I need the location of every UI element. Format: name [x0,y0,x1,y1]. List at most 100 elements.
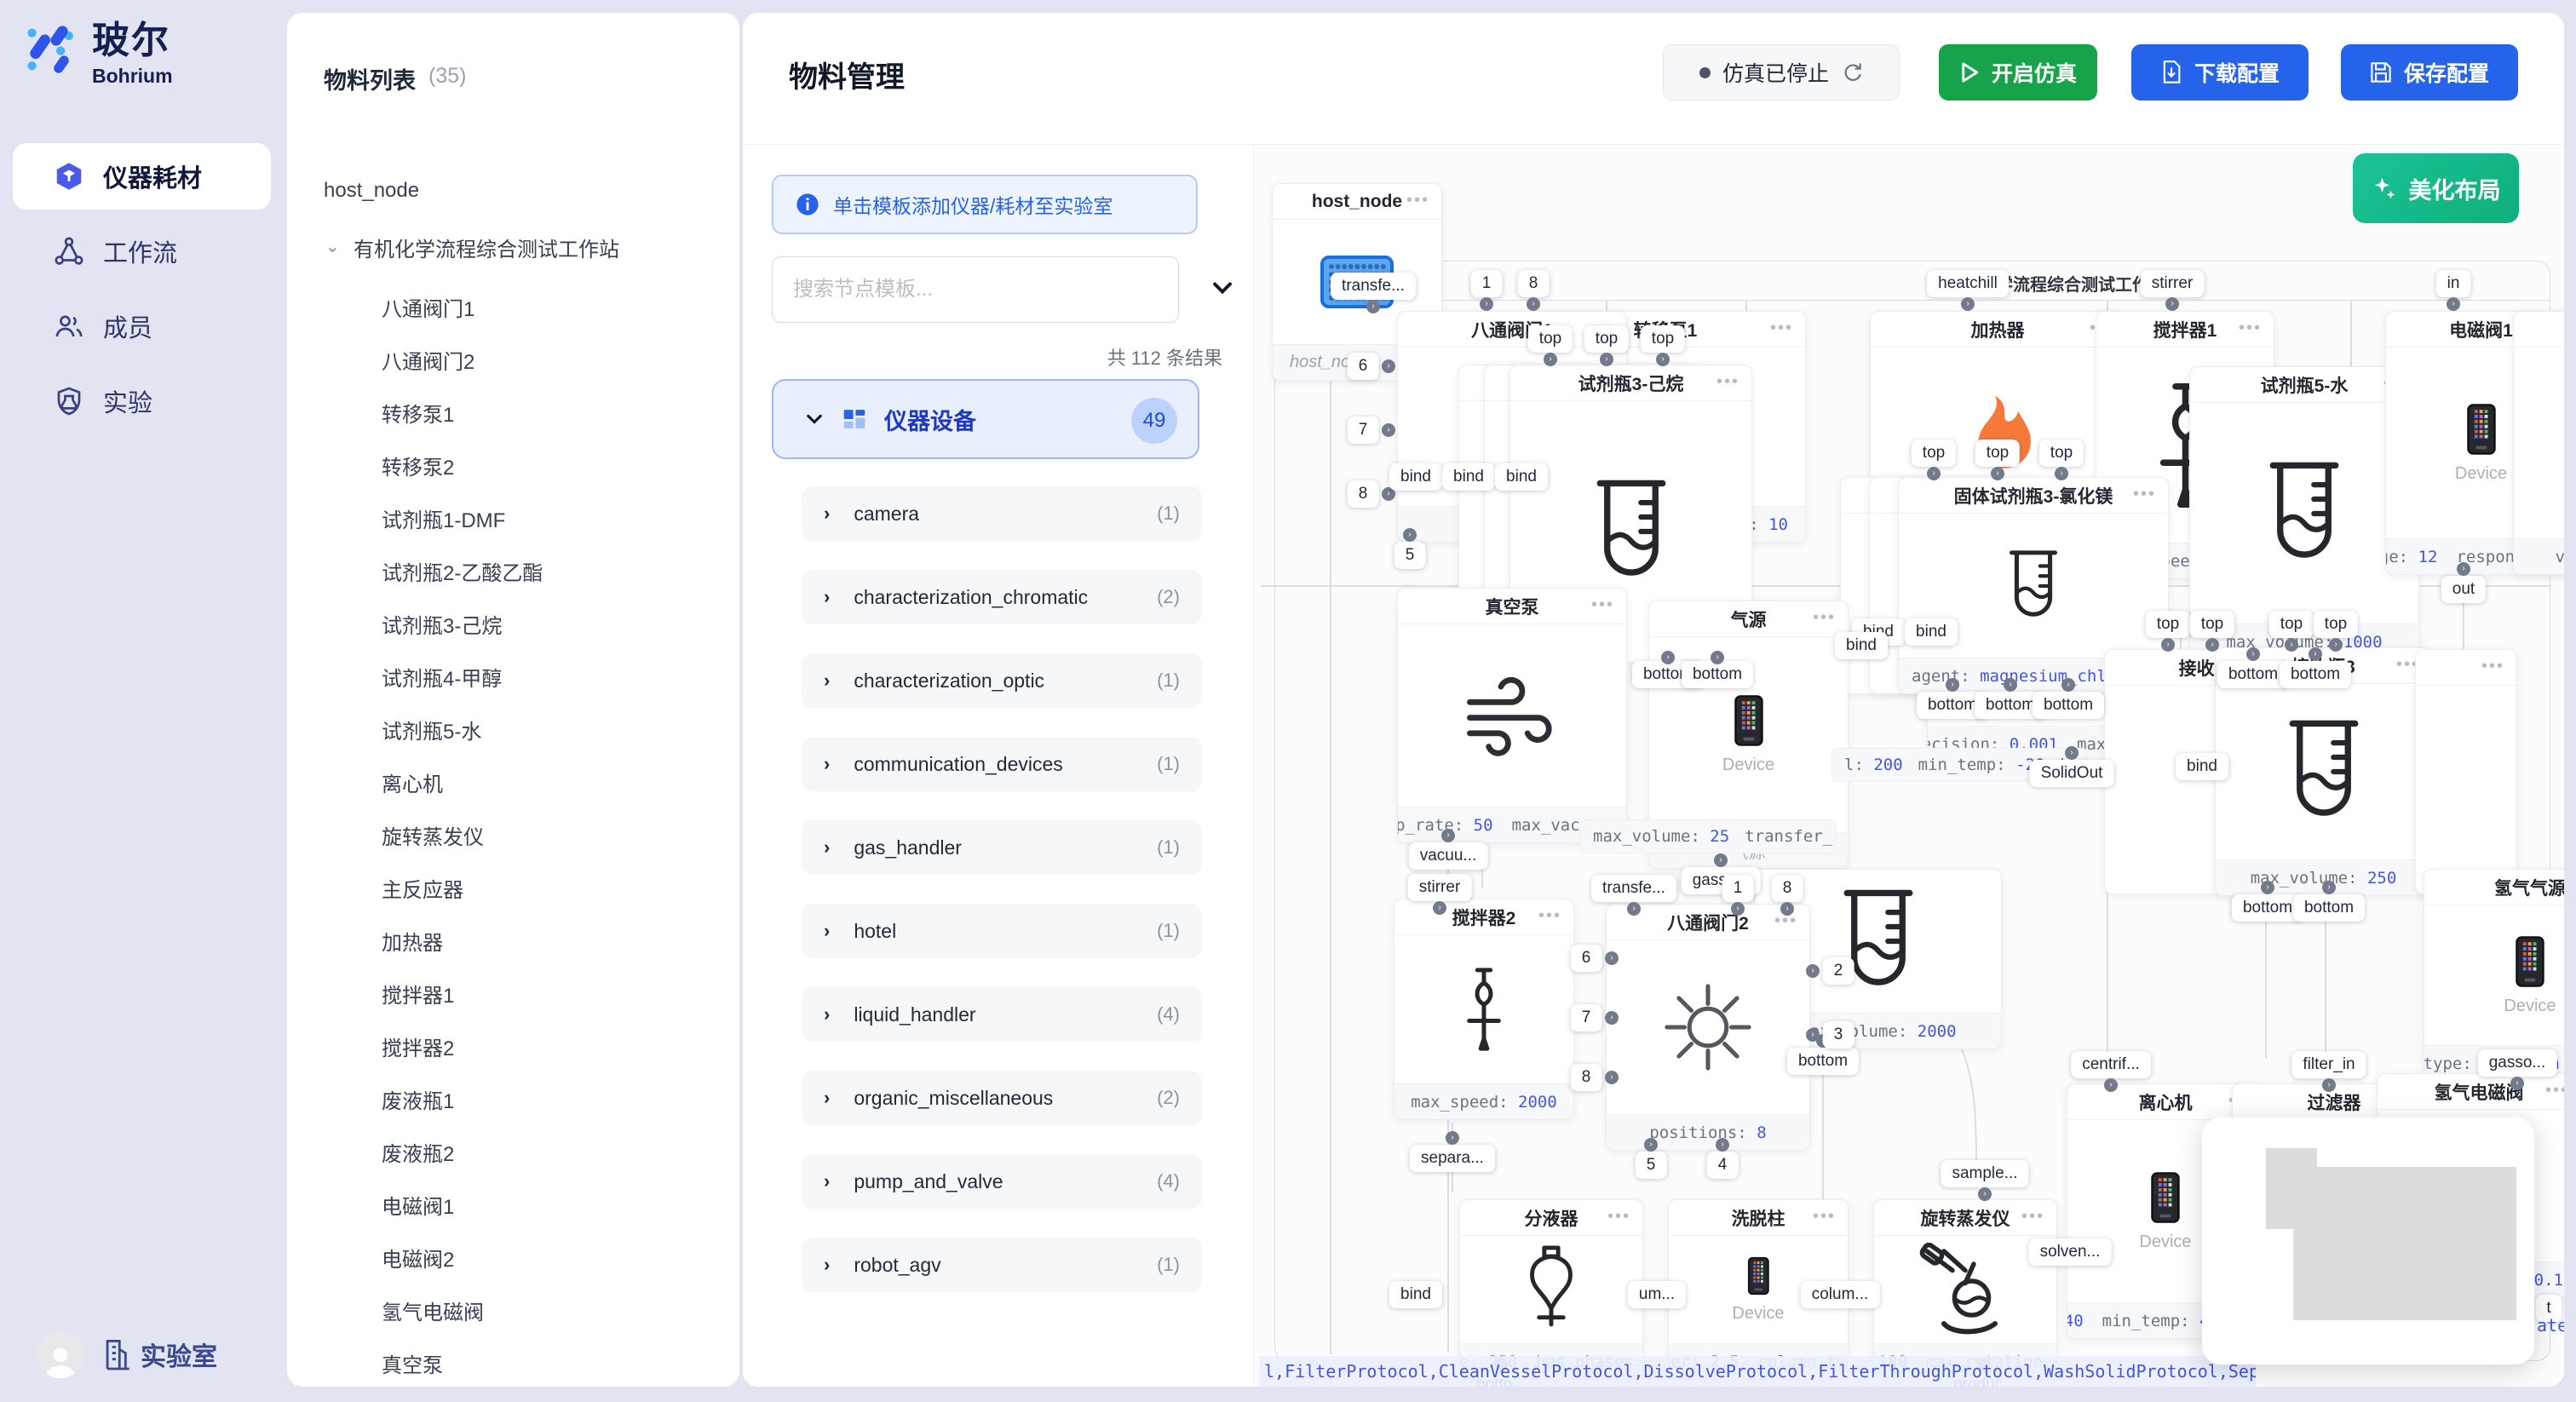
port-dot-icon[interactable]: › [1382,423,1395,437]
port-label-bind[interactable]: bind [2176,753,2228,780]
node-八通阀门2[interactable]: 八通阀门2 ••• positions: 8 [1606,904,1810,1151]
port-dot-icon[interactable]: › [2065,746,2079,760]
category-instruments[interactable]: 仪器设备 49 [772,379,1199,459]
port-label-top[interactable]: top [1641,325,1685,353]
port-label-bind[interactable]: bind [1835,632,1888,659]
port-label-centrif...[interactable]: centrif... [2071,1051,2151,1078]
port-label-1[interactable]: 1 [1722,875,1754,902]
port-dot-icon[interactable]: › [1978,1187,1992,1201]
port-dot-icon[interactable]: › [2309,647,2322,661]
port-label-1[interactable]: 1 [1471,270,1503,297]
port-dot-icon[interactable]: › [1946,678,1959,692]
node-menu-icon[interactable]: ••• [1591,595,1614,615]
port-dot-icon[interactable]: › [1927,467,1941,480]
port-label-colum...[interactable]: colum... [1801,1281,1880,1308]
template-category-gas_handler[interactable]: › gas_handler (1) [802,820,1202,875]
port-label-8[interactable]: 8 [1772,875,1803,902]
port-dot-icon[interactable]: › [2104,1078,2118,1092]
port-dot-icon[interactable]: › [2004,678,2017,692]
tree-item[interactable]: 转移泵1 [382,398,454,428]
node-menu-icon[interactable]: ••• [1716,372,1739,392]
port-label-in[interactable]: in [2436,270,2471,297]
port-label-bottom[interactable]: bottom [1682,661,1753,688]
port-label-top[interactable]: top [1975,440,2020,467]
node-menu-icon[interactable]: ••• [1607,1207,1630,1227]
tree-item[interactable]: 试剂瓶2-乙酸乙酯 [382,556,543,586]
port-dot-icon[interactable]: › [1527,297,1540,311]
port-label-SolidOut[interactable]: SolidOut [2030,760,2114,787]
tree-item[interactable]: 离心机 [382,767,443,797]
port-label-stirrer[interactable]: stirrer [1408,874,1472,901]
port-dot-icon[interactable]: › [1644,1138,1658,1152]
port-dot-icon[interactable]: › [1780,902,1794,916]
port-label-2[interactable]: 2 [1823,957,1854,985]
port-dot-icon[interactable]: › [1446,1131,1459,1145]
tree-expand-icon[interactable]: ⌄ [325,236,340,257]
port-label-heatchill[interactable]: heatchill [1927,270,2009,297]
port-dot-icon[interactable]: › [1961,297,1975,311]
port-dot-icon[interactable]: › [1366,300,1380,313]
start-simulation-button[interactable]: 开启仿真 [1939,44,2097,101]
node-分液器[interactable]: 分液器 ••• volume: 250has_phases: true [1459,1199,1643,1380]
port-dot-icon[interactable]: › [1544,353,1557,366]
port-label-transfe...[interactable]: transfe... [1591,875,1676,902]
port-dot-icon[interactable]: › [2205,638,2219,652]
tree-item-host-node[interactable]: host_node [324,179,419,203]
flow-canvas[interactable]: 有机化学流程综合测试工作站 host_node •••host_no...转移泵… [1255,146,2564,1387]
port-dot-icon[interactable]: › [1716,1138,1729,1152]
node-menu-icon[interactable]: ••• [1406,191,1429,210]
node-menu-icon[interactable]: ••• [2545,1081,2564,1100]
port-label-bind[interactable]: bind [1905,618,1958,646]
port-dot-icon[interactable]: › [1661,651,1675,664]
search-input[interactable] [772,256,1179,323]
port-dot-icon[interactable]: › [1627,902,1641,916]
port-dot-icon[interactable]: › [2322,881,2336,894]
sidebar-item-实验[interactable]: 实验 [13,368,271,434]
port-dot-icon[interactable]: › [1731,902,1745,916]
node-搅拌器2[interactable]: 搅拌器2 ••• max_speed: 2000 [1394,899,1574,1120]
port-label-top[interactable]: top [2269,611,2314,638]
template-category-hotel[interactable]: › hotel (1) [802,904,1202,958]
port-dot-icon[interactable]: › [2261,881,2274,894]
beautify-layout-button[interactable]: 美化布局 [2353,153,2519,223]
port-dot-icon[interactable]: › [1480,297,1493,311]
port-label-stirrer[interactable]: stirrer [2141,270,2205,297]
port-dot-icon[interactable]: › [2161,638,2175,652]
port-label-top[interactable]: top [2190,611,2234,638]
port-label-top[interactable]: top [1912,440,1956,467]
node-card[interactable]: ••• [2415,649,2517,894]
port-label-sample...[interactable]: sample... [1941,1160,2028,1187]
port-label-8[interactable]: 8 [1348,480,1379,508]
port-label-5[interactable]: 5 [1636,1152,1667,1179]
tree-item[interactable]: 试剂瓶3-己烷 [382,609,502,639]
template-category-robot_agv[interactable]: › robot_agv (1) [802,1238,1202,1292]
lab-switcher[interactable]: 实验室 [101,1336,217,1373]
sidebar-item-成员[interactable]: 成员 [13,293,271,359]
port-dot-icon[interactable]: › [2510,1077,2524,1090]
tree-item[interactable]: 搅拌器1 [382,979,454,1008]
minimap[interactable] [2202,1118,2534,1365]
node-旋转蒸发仪[interactable]: 旋转蒸发仪 ••• temp: 180max_rotation_speed: [1873,1199,2057,1380]
tree-item[interactable]: 试剂瓶4-甲醇 [382,662,502,692]
sidebar-item-工作流[interactable]: 工作流 [13,218,271,284]
port-dot-icon[interactable]: › [2061,678,2075,692]
port-dot-icon[interactable]: › [1711,651,1724,664]
port-dot-icon[interactable]: › [1600,353,1613,366]
port-dot-icon[interactable]: › [1433,901,1446,915]
port-dot-icon[interactable]: › [1605,1071,1619,1084]
port-label-bottom[interactable]: bottom [2033,692,2104,719]
port-dot-icon[interactable]: › [1382,359,1395,373]
tree-item[interactable]: 旋转蒸发仪 [382,820,484,850]
tree-item[interactable]: 试剂瓶1-DMF [382,503,505,533]
tree-item-workstation[interactable]: 有机化学流程综合测试工作站 [354,233,619,262]
port-dot-icon[interactable]: › [1656,353,1670,366]
port-dot-icon[interactable]: › [2322,1078,2336,1092]
port-label-7[interactable]: 7 [1348,417,1379,444]
port-dot-icon[interactable]: › [1605,1011,1619,1025]
tree-item[interactable]: 主反应器 [382,873,463,903]
port-dot-icon[interactable]: › [2246,647,2260,661]
node-menu-icon[interactable]: ••• [2021,1207,2044,1227]
port-dot-icon[interactable]: › [2329,638,2343,652]
port-label-bind[interactable]: bind [1495,463,1548,491]
port-label-top[interactable]: top [1528,325,1573,353]
